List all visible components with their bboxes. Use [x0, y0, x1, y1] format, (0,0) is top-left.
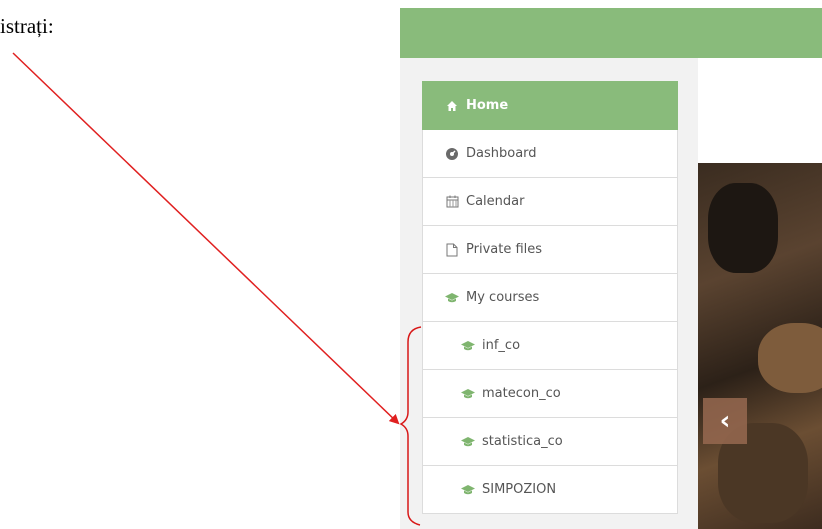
top-header-bar — [400, 8, 822, 58]
graduation-cap-icon — [460, 338, 476, 354]
sidebar-item-label: inf_co — [482, 338, 521, 353]
sidebar-item-course-inf-co[interactable]: inf_co — [422, 322, 678, 370]
sidebar-item-label: Private files — [466, 242, 543, 257]
sidebar-item-label: matecon_co — [482, 386, 561, 401]
sidebar-item-course-matecon-co[interactable]: matecon_co — [422, 370, 678, 418]
graduation-cap-icon — [460, 482, 476, 498]
sidebar-item-course-statistica-co[interactable]: statistica_co — [422, 418, 678, 466]
sidebar-item-home[interactable]: Home — [422, 81, 678, 130]
sidebar-item-private-files[interactable]: Private files — [422, 226, 678, 274]
sidebar-item-label: Home — [466, 98, 509, 113]
sidebar-item-my-courses[interactable]: My courses — [422, 274, 678, 322]
sidebar-item-label: Calendar — [466, 194, 525, 209]
graduation-cap-icon — [460, 386, 476, 402]
caption-text: istrați: — [0, 14, 54, 38]
sidebar-item-course-simpozion[interactable]: SIMPOZION — [422, 466, 678, 514]
calendar-icon — [444, 194, 460, 210]
sidebar-item-calendar[interactable]: Calendar — [422, 178, 678, 226]
graduation-cap-icon — [444, 290, 460, 306]
carousel-image — [698, 163, 822, 529]
file-icon — [444, 242, 460, 258]
sidebar-nav: Home Dashboard Calendar Private files My… — [422, 81, 678, 514]
chevron-left-icon: ‹ — [719, 406, 731, 436]
home-icon — [444, 98, 460, 114]
dashboard-icon — [444, 146, 460, 162]
annotation-arrow — [12, 52, 400, 425]
sidebar-item-label: Dashboard — [466, 146, 537, 161]
sidebar-item-label: SIMPOZION — [482, 482, 557, 497]
sidebar-item-label: My courses — [466, 290, 540, 305]
carousel-prev-button[interactable]: ‹ — [703, 398, 747, 444]
sidebar-item-label: statistica_co — [482, 434, 563, 449]
sidebar-item-dashboard[interactable]: Dashboard — [422, 130, 678, 178]
graduation-cap-icon — [460, 434, 476, 450]
